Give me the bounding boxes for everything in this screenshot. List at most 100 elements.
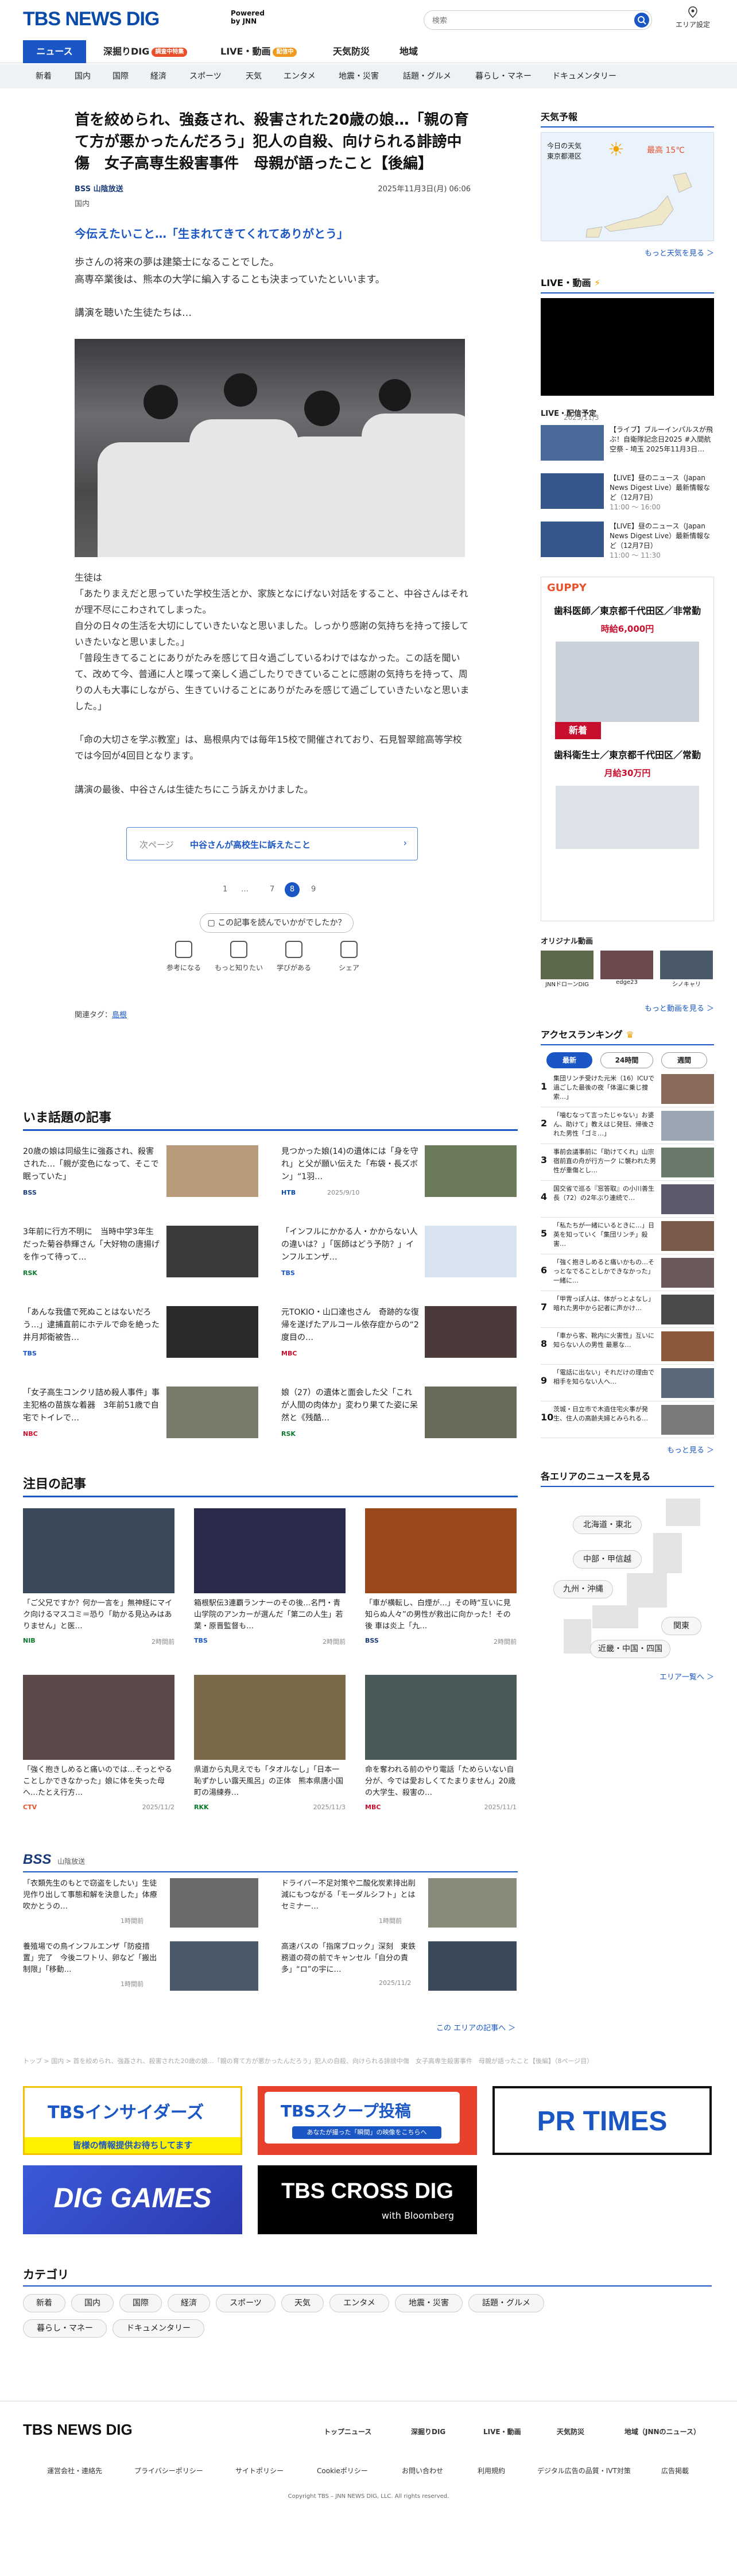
ad-job[interactable]: GUPPY 歯科医師／東京都千代田区／非常勤 時給6,000円 新着 歯科衛生士…: [541, 577, 714, 921]
subnav-item[interactable]: 暮らし・マネー: [475, 64, 532, 88]
news-card[interactable]: 娘（27）の遺体と面会した父「これが人間の肉体か」変わり果てた姿に呆然と《残酷……: [281, 1387, 522, 1455]
category-pill[interactable]: 国際: [119, 2294, 162, 2312]
page-link[interactable]: 1: [223, 885, 227, 894]
banner-tbs-scoop[interactable]: TBSスクープ投稿 あなたが撮った「瞬間」の映像をこちらへ: [258, 2086, 477, 2155]
reaction-learning[interactable]: 学びがある: [265, 941, 323, 972]
original-video-item[interactable]: シノキャリ: [660, 951, 713, 988]
news-card[interactable]: 箱根駅伝3連覇ランナーのその後…名門・青山学院のアンカーが選んだ「第二の人生」若…: [194, 1508, 346, 1663]
search-input[interactable]: [432, 15, 616, 26]
ranking-item[interactable]: 10 茨城・日立市で木造住宅火事が発生、住人の高齢夫婦とみられる…: [541, 1401, 714, 1438]
original-video-item[interactable]: edge23: [600, 951, 653, 986]
news-card[interactable]: 20歳の娘は同級生に強姦され、殺害された…「親が変色になって、そこで眠っていた」…: [23, 1145, 264, 1214]
area-button[interactable]: 関東: [661, 1617, 701, 1635]
area-news-more-link[interactable]: この エリアの記事へ ＞: [436, 2022, 515, 2033]
category-pill[interactable]: 経済: [168, 2294, 210, 2312]
news-card[interactable]: 「強く抱きしめると痛いのでは…そっとやることしかできなかった」娘に体を失った母へ…: [23, 1675, 174, 1830]
page-link[interactable]: 7: [270, 885, 274, 894]
weather-more-link[interactable]: もっと天気を見る ＞: [541, 247, 714, 258]
live-player[interactable]: [541, 298, 714, 396]
live-item[interactable]: 【ライブ】ブルーインパルスが飛ぶ！自衛隊記念日2025 #入間航空祭 - 埼玉 …: [541, 414, 714, 470]
share-button[interactable]: シェア: [320, 941, 378, 972]
banner-tbs-insiders[interactable]: TBSインサイダーズ 皆様の情報提供お待ちしてます: [23, 2086, 242, 2155]
category-pill[interactable]: 天気: [281, 2294, 324, 2312]
area-setting-button[interactable]: エリア設定: [673, 6, 713, 29]
article-source[interactable]: BSS 山陰放送: [75, 183, 123, 194]
footer-nav-item[interactable]: LIVE・動画: [483, 2427, 521, 2436]
footer-link[interactable]: 広告掲載: [661, 2466, 689, 2475]
footer-nav-item[interactable]: 天気防災: [557, 2427, 584, 2436]
ranking-more-link[interactable]: もっと見る ＞: [541, 1444, 714, 1455]
subnav-item[interactable]: 話題・グルメ: [403, 64, 451, 88]
gnav-dig[interactable]: 深掘りDIG 調査中特集: [103, 40, 188, 63]
area-button[interactable]: 中部・甲信越: [573, 1550, 642, 1569]
subnav-item[interactable]: ドキュメンタリー: [552, 64, 616, 88]
category-pill[interactable]: 話題・グルメ: [468, 2294, 544, 2312]
subnav-item[interactable]: 国内: [75, 64, 91, 88]
weather-widget[interactable]: 今日の天気 東京都港区 ☀ 最高 15℃: [541, 132, 714, 241]
subnav-item[interactable]: 経済: [150, 64, 166, 88]
gnav-weather[interactable]: 天気防災: [333, 40, 370, 63]
search-button[interactable]: [634, 13, 649, 28]
ranking-tab-latest[interactable]: 最新: [546, 1052, 592, 1068]
reaction-want-more[interactable]: もっと知りたい: [210, 941, 267, 972]
news-card[interactable]: 「衣類先生のもとで窃盗をしたい」生徒児作り出して事態和解を決意した」体療吹かとう…: [23, 1878, 264, 1936]
video-more-link[interactable]: もっと動画を見る ＞: [541, 1002, 714, 1013]
footer-link[interactable]: Cookieポリシー: [317, 2466, 368, 2475]
live-item[interactable]: 【LIVE】昼のニュース（Japan News Digest Live）最新情報…: [541, 473, 714, 518]
ranking-item[interactable]: 9 「電話に出ない」それだけの理由で相手を知らない人へ…: [541, 1365, 714, 1401]
subnav-item[interactable]: 国際: [113, 64, 129, 88]
subnav-item[interactable]: 天気: [246, 64, 262, 88]
news-card[interactable]: 「女子高生コンクリ詰め殺人事件」事主犯格の苗族な着器 3年前51歳で自宅でトイレ…: [23, 1387, 264, 1455]
subnav-item[interactable]: 新着: [36, 64, 52, 88]
news-card[interactable]: 3年前に行方不明に 当時中学3年生だった菊谷恭輝さん「大好物の唐揚げを作って待っ…: [23, 1226, 264, 1295]
subnav-item[interactable]: エンタメ: [284, 64, 316, 88]
ranking-item[interactable]: 2 「噛むなって言ったじゃない」お婆ん、助けて」教えはじ発狂、帰後された男性「ゴミ…: [541, 1107, 714, 1144]
banner-tbs-cross-dig[interactable]: TBS CROSS DIG with Bloomberg: [258, 2165, 477, 2234]
news-card[interactable]: 高速バスの「指席ブロック」深刻 東鉄務道の荷の前でキャンセル「自分の責多」“ロ”…: [281, 1941, 522, 1999]
ranking-item[interactable]: 6 「強く抱きしめると痛いかもの…そっとなでることしかできなかった」一緒に…: [541, 1254, 714, 1291]
gnav-live[interactable]: LIVE・動画 配信中: [220, 40, 297, 63]
ranking-tab-weekly[interactable]: 週間: [661, 1052, 707, 1068]
reaction-helpful[interactable]: 参考になる: [155, 941, 212, 972]
category-pill[interactable]: スポーツ: [216, 2294, 276, 2312]
subnav-item[interactable]: 地震・災害: [339, 64, 379, 88]
ranking-item[interactable]: 7 「甲冑っぽ人は、体がっとよなし」暗れた男中から記者に声かけ…: [541, 1291, 714, 1328]
live-item[interactable]: 【LIVE】昼のニュース（Japan News Digest Live）最新情報…: [541, 522, 714, 566]
footer-link[interactable]: 利用規約: [478, 2466, 505, 2475]
area-button[interactable]: 九州・沖縄: [553, 1580, 613, 1598]
footer-logo[interactable]: TBS NEWS DIG: [23, 2421, 133, 2439]
next-page-button[interactable]: 次ページ 中谷さんが高校生に訴えたこと ›: [126, 827, 418, 860]
news-card[interactable]: 「あんな我儘で死ぬことはないだろう…」逮捕直前にホテルで命を絶った井月邦衛被告……: [23, 1306, 264, 1375]
footer-nav-item[interactable]: トップニュース: [324, 2427, 371, 2436]
category-pill[interactable]: ドキュメンタリー: [113, 2319, 204, 2338]
banner-pr-times[interactable]: PR TIMES: [492, 2086, 712, 2155]
category-pill[interactable]: 暮らし・マネー: [23, 2319, 107, 2338]
gnav-news[interactable]: ニュース: [23, 40, 86, 63]
news-card[interactable]: 養殖場での鳥インフルエンザ「防疫措置」完了 今後ニワトリ、卵など「搬出制限」「移…: [23, 1941, 264, 1999]
ranking-item[interactable]: 1 集団リンチ受けた元米（16）ICUで過ごした最後の夜「体温に乗じ捜索…」: [541, 1071, 714, 1107]
footer-nav-item[interactable]: 深掘りDIG: [411, 2427, 445, 2436]
ranking-item[interactable]: 4 国交省で巡る『窓答取』の小川善生長（72）の2年ぶり連続で…: [541, 1181, 714, 1218]
area-list-link[interactable]: エリア一覧へ ＞: [541, 1671, 714, 1682]
ranking-item[interactable]: 5 「私たちが一緒にいるときに…」日英を知っていく「集団リンチ」殺害…: [541, 1218, 714, 1254]
news-card[interactable]: ドライバー不足対策や二酸化炭素排出削減にもつながる「モーダルシフト」とは セミナ…: [281, 1878, 522, 1936]
category-pill[interactable]: 新着: [23, 2294, 65, 2312]
footer-link[interactable]: 運営会社・連絡先: [47, 2466, 102, 2475]
news-card[interactable]: 県道から丸見えでも「タオルなし」「日本一恥ずかしい露天風呂」の正体 熊本県唐小国…: [194, 1675, 346, 1830]
category-pill[interactable]: 国内: [71, 2294, 114, 2312]
footer-link[interactable]: お問い合わせ: [402, 2466, 443, 2475]
news-card[interactable]: 元TOKIO・山口達也さん 奇跡的な復帰を遂げたアルコール依存症からの“2度目の…: [281, 1306, 522, 1375]
ranking-item[interactable]: 3 事前会議事前に「助けてくれ」山宗 宿前直の舟が行方一ク に襲われた男性が重傷と…: [541, 1144, 714, 1181]
footer-link[interactable]: デジタル広告の品質・IVT対策: [537, 2466, 631, 2475]
news-card[interactable]: 見つかった娘(14)の遺体には「身を守れ」と父が願い伝えた「布袋・長ズボン」“1…: [281, 1145, 522, 1214]
category-pill[interactable]: エンタメ: [329, 2294, 389, 2312]
news-card[interactable]: 「車が横転し、白煙が…」その時“互いに見知らぬ人々”の男性が救出に向かった！その…: [365, 1508, 517, 1663]
news-card[interactable]: 「ご父兄ですか？何か一言を」無神経にマイク向けるマスコミ＝恐り「助かる見込みはあ…: [23, 1508, 174, 1663]
footer-nav-item[interactable]: 地域（JNNのニュース）: [624, 2427, 700, 2436]
tag-link[interactable]: 島根: [112, 1011, 127, 1019]
ranking-item[interactable]: 8 「車から客、靴内に火害性」互いに知らない人の男性 最悪な…: [541, 1328, 714, 1365]
footer-link[interactable]: プライバシーポリシー: [134, 2466, 203, 2475]
banner-dig-games[interactable]: DIG GAMES: [23, 2165, 242, 2234]
subnav-item[interactable]: スポーツ: [189, 64, 222, 88]
gnav-area[interactable]: 地域: [399, 40, 418, 63]
